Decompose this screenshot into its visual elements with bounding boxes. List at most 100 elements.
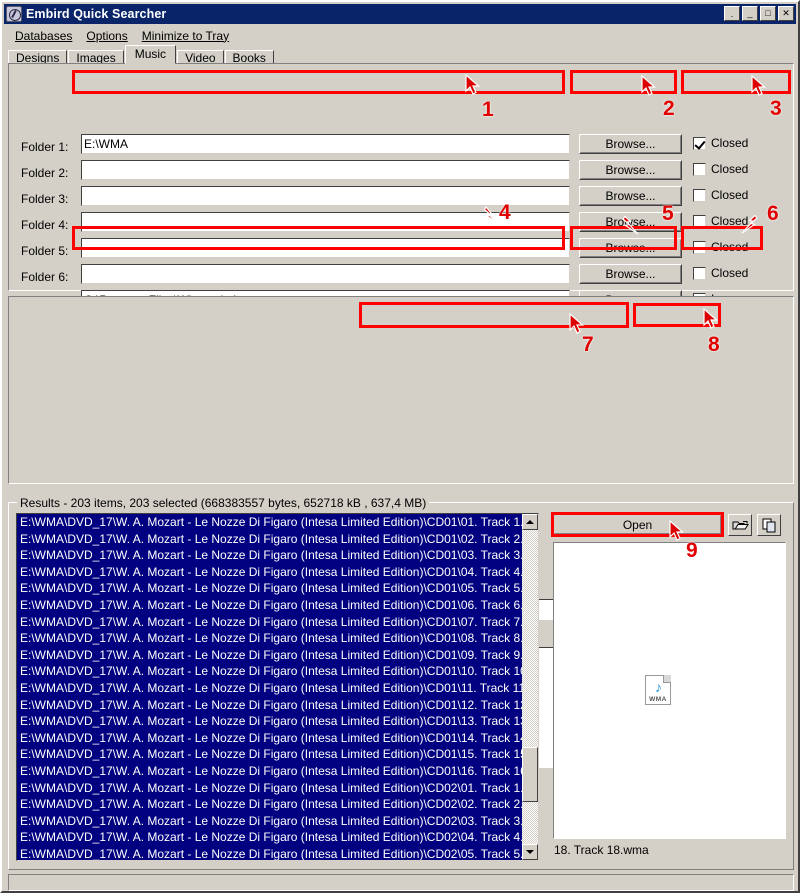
minimize-button[interactable]: _ bbox=[742, 6, 758, 21]
page-fold bbox=[663, 675, 671, 683]
list-item[interactable]: E:\WMA\DVD_17\W. A. Mozart - Le Nozze Di… bbox=[17, 580, 538, 597]
folder-6-input[interactable] bbox=[81, 264, 570, 284]
title-bar: Embird Quick Searcher . _ □ ✕ bbox=[4, 4, 796, 24]
folder-4-input[interactable] bbox=[81, 212, 570, 232]
checkbox-box bbox=[693, 266, 706, 280]
folder-2-label: Folder 2: bbox=[21, 166, 69, 180]
open-folder-results-button[interactable] bbox=[728, 514, 752, 536]
folder-5-browse-button[interactable]: Browse... bbox=[579, 238, 682, 258]
open-folder-icon bbox=[732, 521, 749, 530]
application-window: Embird Quick Searcher . _ □ ✕ Databases … bbox=[0, 0, 800, 893]
wma-file-icon: ♪ WMA bbox=[645, 675, 671, 705]
folder-6-closed-checkbox[interactable]: Closed bbox=[693, 266, 748, 280]
menu-item-minimize-to-tray[interactable]: Minimize to Tray bbox=[135, 28, 236, 44]
results-scrollbar[interactable] bbox=[522, 514, 538, 860]
list-item[interactable]: E:\WMA\DVD_17\W. A. Mozart - Le Nozze Di… bbox=[17, 514, 538, 531]
tab-music[interactable]: Music bbox=[124, 45, 177, 64]
list-item[interactable]: E:\WMA\DVD_17\W. A. Mozart - Le Nozze Di… bbox=[17, 596, 538, 614]
window-title: Embird Quick Searcher bbox=[26, 7, 167, 21]
folder-2-input[interactable] bbox=[81, 160, 570, 180]
list-item[interactable]: E:\WMA\DVD_17\W. A. Mozart - Le Nozze Di… bbox=[17, 563, 538, 581]
scrollbar-thumb[interactable] bbox=[522, 747, 538, 802]
list-item[interactable]: E:\WMA\DVD_17\W. A. Mozart - Le Nozze Di… bbox=[17, 530, 538, 548]
folder-6-closed-label: Closed bbox=[711, 266, 749, 280]
copy-button[interactable] bbox=[757, 514, 781, 536]
folder-3-closed-checkbox[interactable]: Closed bbox=[693, 188, 748, 202]
folder-3-label: Folder 3: bbox=[21, 192, 69, 206]
folder-1-browse-button[interactable]: Browse... bbox=[579, 134, 682, 154]
open-button[interactable]: Open bbox=[553, 514, 722, 535]
minimize-icon: _ bbox=[747, 8, 753, 18]
list-item[interactable]: E:\WMA\DVD_17\W. A. Mozart - Le Nozze Di… bbox=[17, 729, 538, 747]
folder-1-label: Folder 1: bbox=[21, 140, 69, 154]
list-item[interactable]: E:\WMA\DVD_17\W. A. Mozart - Le Nozze Di… bbox=[17, 713, 538, 730]
folder-2-closed-checkbox[interactable]: Closed bbox=[693, 162, 748, 176]
checkbox-box bbox=[693, 162, 706, 176]
folder-5-input[interactable] bbox=[81, 238, 570, 258]
folder-4-browse-label: Browse... bbox=[605, 215, 656, 229]
list-item[interactable]: E:\WMA\DVD_17\W. A. Mozart - Le Nozze Di… bbox=[17, 679, 538, 697]
folder-1-browse-label: Browse... bbox=[605, 137, 656, 151]
folder-5-closed-label: Closed bbox=[711, 240, 749, 254]
folder-1-closed-checkbox[interactable]: Closed bbox=[693, 136, 748, 150]
folder-3-browse-label: Browse... bbox=[605, 189, 656, 203]
list-item[interactable]: E:\WMA\DVD_17\W. A. Mozart - Le Nozze Di… bbox=[17, 613, 538, 631]
maximize-icon: □ bbox=[765, 8, 771, 18]
close-button[interactable]: ✕ bbox=[778, 6, 794, 21]
copy-icon bbox=[762, 518, 775, 532]
folder-5-closed-checkbox[interactable]: Closed bbox=[693, 240, 748, 254]
menu-bar: Databases Options Minimize to Tray bbox=[4, 26, 800, 45]
help-button[interactable]: . bbox=[724, 6, 740, 21]
folder-6-label: Folder 6: bbox=[21, 270, 69, 284]
menu-item-options[interactable]: Options bbox=[79, 28, 134, 44]
status-bar bbox=[8, 874, 794, 891]
folder-3-closed-label: Closed bbox=[711, 188, 749, 202]
folder-3-browse-button[interactable]: Browse... bbox=[579, 186, 682, 206]
folder-5-label: Folder 5: bbox=[21, 244, 69, 258]
list-item[interactable]: E:\WMA\DVD_17\W. A. Mozart - Le Nozze Di… bbox=[17, 663, 538, 680]
folder-4-label: Folder 4: bbox=[21, 218, 69, 232]
list-item[interactable]: E:\WMA\DVD_17\W. A. Mozart - Le Nozze Di… bbox=[17, 696, 538, 714]
maximize-button[interactable]: □ bbox=[760, 6, 776, 21]
list-item[interactable]: E:\WMA\DVD_17\W. A. Mozart - Le Nozze Di… bbox=[17, 845, 538, 860]
list-item[interactable]: E:\WMA\DVD_17\W. A. Mozart - Le Nozze Di… bbox=[17, 746, 538, 763]
list-item[interactable]: E:\WMA\DVD_17\W. A. Mozart - Le Nozze Di… bbox=[17, 630, 538, 647]
preview-pane: ♪ WMA bbox=[553, 542, 786, 839]
folder-6-browse-button[interactable]: Browse... bbox=[579, 264, 682, 284]
list-item[interactable]: E:\WMA\DVD_17\W. A. Mozart - Le Nozze Di… bbox=[17, 547, 538, 564]
list-item[interactable]: E:\WMA\DVD_17\W. A. Mozart - Le Nozze Di… bbox=[17, 646, 538, 664]
tab-strip: Designs Images Music Video Books bbox=[8, 45, 794, 66]
scroll-up-button[interactable] bbox=[522, 514, 538, 530]
checkbox-box bbox=[693, 214, 706, 228]
list-item[interactable]: E:\WMA\DVD_17\W. A. Mozart - Le Nozze Di… bbox=[17, 779, 538, 797]
folder-2-browse-button[interactable]: Browse... bbox=[579, 160, 682, 180]
folder-6-browse-label: Browse... bbox=[605, 267, 656, 281]
results-listbox[interactable]: E:\WMA\DVD_17\W. A. Mozart - Le Nozze Di… bbox=[16, 513, 539, 861]
folder-3-input[interactable] bbox=[81, 186, 570, 206]
folder-2-closed-label: Closed bbox=[711, 162, 749, 176]
folder-4-closed-checkbox[interactable]: Closed bbox=[693, 214, 748, 228]
folder-4-closed-label: Closed bbox=[711, 214, 749, 228]
window-controls: . _ □ ✕ bbox=[724, 6, 794, 21]
folder-2-browse-label: Browse... bbox=[605, 163, 656, 177]
folder-1-input[interactable]: E:\WMA bbox=[81, 134, 570, 154]
search-panel: Search: All Music Files Title: Subject: … bbox=[8, 296, 794, 771]
scroll-down-button[interactable] bbox=[522, 844, 538, 860]
folder-4-browse-button[interactable]: Browse... bbox=[579, 212, 682, 232]
menu-item-minimize-to-tray-label: Minimize to Tray bbox=[141, 28, 230, 43]
checkbox-box bbox=[693, 240, 706, 254]
list-item[interactable]: E:\WMA\DVD_17\W. A. Mozart - Le Nozze Di… bbox=[17, 812, 538, 830]
menu-item-databases[interactable]: Databases bbox=[8, 28, 79, 44]
open-button-label: Open bbox=[622, 517, 653, 532]
list-item[interactable]: E:\WMA\DVD_17\W. A. Mozart - Le Nozze Di… bbox=[17, 796, 538, 813]
results-group-title: Results - 203 items, 203 selected (66838… bbox=[17, 496, 430, 510]
list-item[interactable]: E:\WMA\DVD_17\W. A. Mozart - Le Nozze Di… bbox=[17, 762, 538, 780]
preview-caption: 18. Track 18.wma bbox=[554, 843, 649, 857]
folder-5-browse-label: Browse... bbox=[605, 241, 656, 255]
list-item[interactable]: E:\WMA\DVD_17\W. A. Mozart - Le Nozze Di… bbox=[17, 829, 538, 846]
compass-icon bbox=[6, 6, 22, 22]
help-button-label: . bbox=[730, 9, 734, 19]
checkbox-box bbox=[693, 188, 706, 202]
tab-music-label: Music bbox=[134, 47, 167, 61]
menu-item-databases-label: Databases bbox=[15, 28, 73, 43]
